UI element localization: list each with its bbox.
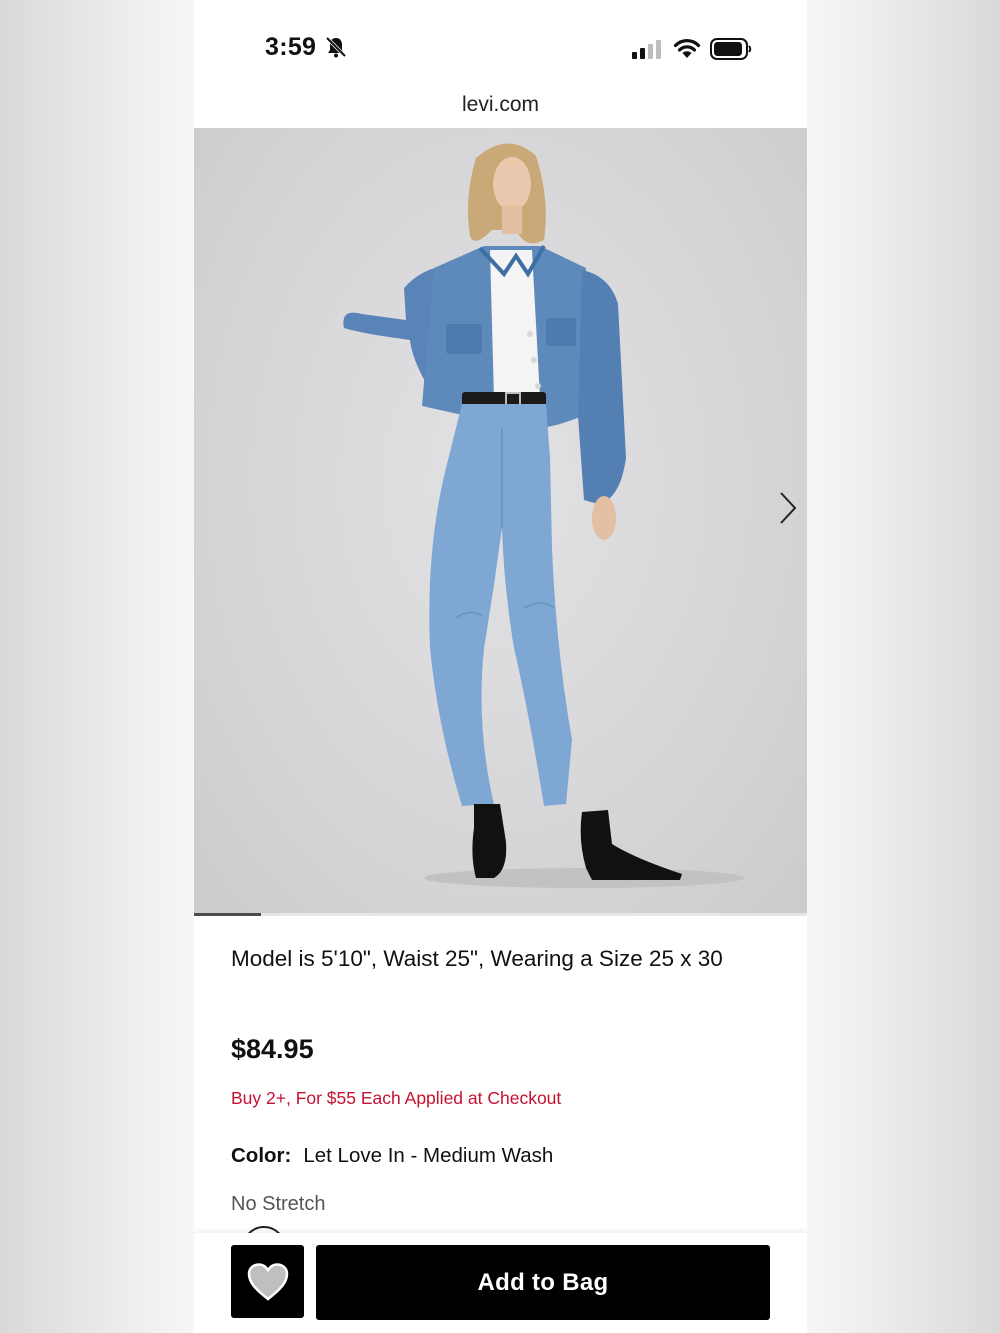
color-label: Color: [231, 1144, 292, 1167]
wifi-icon [673, 39, 701, 58]
color-row: Color: Let Love In - Medium Wash [231, 1144, 553, 1168]
gallery-progress-fill [194, 913, 262, 916]
bell-slash-icon [325, 36, 347, 58]
cellular-signal-icon [632, 40, 661, 59]
wishlist-button[interactable] [231, 1245, 304, 1318]
phone-screen: 3:59 levi.com Model is 5'10", Waist 25",… [194, 0, 807, 1333]
browser-url[interactable]: levi.com [194, 93, 807, 117]
chevron-right-icon[interactable] [778, 491, 798, 525]
promo-message: Buy 2+, For $55 Each Applied at Checkout [231, 1088, 562, 1108]
status-time: 3:59 [265, 33, 317, 61]
sticky-action-bar: Add to Bag [194, 1233, 807, 1333]
status-bar: 3:59 [194, 0, 807, 90]
battery-icon [710, 38, 752, 60]
model-info: Model is 5'10", Waist 25", Wearing a Siz… [231, 946, 723, 971]
gallery-progress [194, 913, 807, 916]
heart-icon [247, 1262, 288, 1301]
add-to-bag-button[interactable]: Add to Bag [316, 1245, 770, 1320]
stretch-info: No Stretch [231, 1193, 326, 1215]
product-photo [343, 143, 744, 888]
product-price: $84.95 [231, 1034, 314, 1064]
color-value: Let Love In - Medium Wash [303, 1144, 554, 1167]
product-image-gallery[interactable] [194, 128, 807, 916]
